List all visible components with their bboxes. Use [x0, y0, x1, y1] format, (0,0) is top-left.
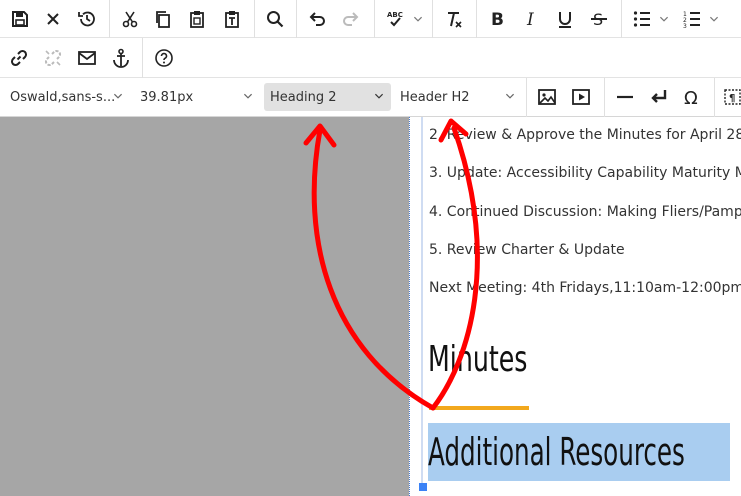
spellcheck-icon[interactable]: ABC — [381, 5, 409, 33]
redo-icon[interactable] — [337, 5, 365, 33]
toolbar-separator — [476, 0, 477, 38]
heading-underline — [429, 406, 529, 410]
italic-icon[interactable]: I — [517, 5, 545, 33]
list-item: 2. Review & Approve the Minutes for Apri… — [429, 127, 741, 143]
chevron-down-icon — [374, 93, 384, 99]
editor-content[interactable]: 2. Review & Approve the Minutes for Apri… — [410, 117, 741, 496]
show-blocks-icon[interactable]: ¶ — [721, 83, 741, 111]
font-family-value: Oswald,sans-s... — [10, 89, 116, 105]
heading-minutes: Minutes — [428, 339, 528, 380]
cut-icon[interactable] — [116, 5, 144, 33]
font-size-value: 39.81px — [140, 89, 194, 105]
chevron-down-icon — [243, 93, 253, 99]
toolbar-separator — [526, 78, 527, 117]
next-meeting-text: Next Meeting: 4th Fridays,11:10am-12:00p… — [429, 280, 741, 296]
toolbar-row-1: ABC B I S 123 — [0, 0, 741, 38]
svg-text:B: B — [491, 10, 504, 29]
toolbar-row-3: Oswald,sans-s... 39.81px Heading 2 Heade… — [0, 78, 741, 117]
block-format-select[interactable]: Heading 2 — [264, 83, 391, 111]
font-size-select[interactable]: 39.81px — [134, 83, 260, 111]
anchor-icon[interactable] — [107, 44, 135, 72]
paste-text-icon[interactable] — [218, 5, 246, 33]
toolbar-separator — [109, 0, 110, 38]
email-icon[interactable] — [73, 44, 101, 72]
chevron-down-icon — [113, 93, 123, 99]
toolbar-separator — [254, 0, 255, 38]
save-icon[interactable] — [6, 5, 34, 33]
help-icon[interactable] — [150, 44, 178, 72]
selection-guide-line — [421, 117, 423, 487]
toolbar-separator — [621, 0, 622, 38]
chevron-down-icon — [505, 93, 515, 99]
close-icon[interactable] — [39, 5, 67, 33]
horizontal-line-icon[interactable] — [611, 83, 639, 111]
styles-select[interactable]: Header H2 — [394, 83, 522, 111]
bullet-list-icon[interactable] — [628, 5, 656, 33]
toolbar-row-2 — [0, 38, 741, 78]
line-break-icon[interactable] — [645, 83, 673, 111]
list-item: 4. Continued Discussion: Making Fliers/P… — [429, 204, 741, 220]
chevron-down-icon[interactable] — [704, 5, 724, 33]
numbered-list-icon[interactable]: 123 — [678, 5, 706, 33]
clear-formatting-icon[interactable] — [440, 5, 468, 33]
underline-icon[interactable] — [551, 5, 579, 33]
chevron-down-icon[interactable] — [408, 5, 428, 33]
copy-icon[interactable] — [149, 5, 177, 33]
svg-text:I: I — [526, 10, 534, 29]
svg-text:ABC: ABC — [387, 11, 403, 19]
chevron-down-icon[interactable] — [654, 5, 674, 33]
toolbar-separator — [604, 78, 605, 117]
block-format-value: Heading 2 — [270, 89, 337, 105]
list-item: 3. Update: Accessibility Capability Matu… — [429, 165, 741, 181]
toolbar-separator — [374, 0, 375, 38]
toolbar-separator — [714, 78, 715, 117]
heading-additional-resources[interactable]: Additional Resources — [428, 430, 685, 474]
indent-icon[interactable] — [728, 5, 741, 33]
link-icon[interactable] — [5, 44, 33, 72]
svg-text:Ω: Ω — [684, 88, 698, 107]
omega-icon[interactable]: Ω — [678, 83, 706, 111]
svg-text:3: 3 — [683, 23, 687, 29]
search-icon[interactable] — [261, 5, 289, 33]
unlink-icon[interactable] — [39, 44, 67, 72]
history-icon[interactable] — [73, 5, 101, 33]
list-item: 5. Review Charter & Update — [429, 242, 625, 258]
svg-text:¶: ¶ — [729, 93, 735, 104]
toolbar-separator — [296, 0, 297, 38]
image-icon[interactable] — [533, 83, 561, 111]
paste-icon[interactable] — [183, 5, 211, 33]
bold-icon[interactable]: B — [483, 5, 511, 33]
toolbar-separator — [142, 38, 143, 78]
media-icon[interactable] — [567, 83, 595, 111]
resize-handle[interactable] — [419, 483, 427, 491]
styles-value: Header H2 — [400, 89, 470, 105]
font-family-select[interactable]: Oswald,sans-s... — [4, 83, 130, 111]
undo-icon[interactable] — [303, 5, 331, 33]
editor-gray-margin — [0, 117, 409, 496]
toolbar-separator — [432, 0, 433, 38]
strikethrough-icon[interactable]: S — [585, 5, 613, 33]
